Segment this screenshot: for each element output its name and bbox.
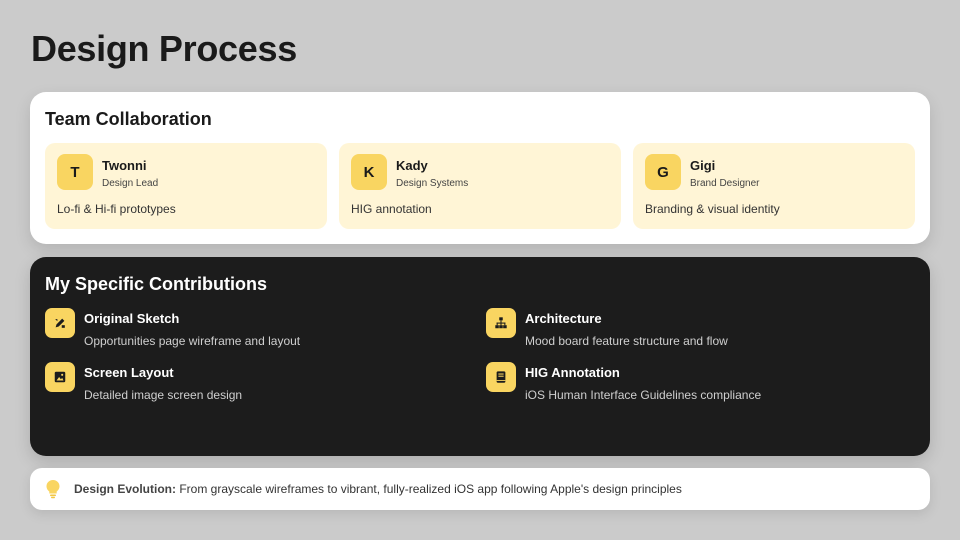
page-title: Design Process (31, 28, 297, 69)
contribution-desc: iOS Human Interface Guidelines complianc… (525, 388, 762, 402)
contribution-desc: Opportunities page wireframe and layout (84, 334, 301, 348)
lightbulb-icon (45, 479, 61, 499)
design-evolution-text: Design Evolution: From grayscale wirefra… (74, 482, 682, 496)
avatar: K (351, 154, 387, 190)
contribution-title: Architecture (525, 311, 602, 326)
avatar: G (645, 154, 681, 190)
pencil-ruler-icon (45, 308, 75, 338)
contribution-title: Screen Layout (84, 365, 174, 380)
contribution-desc: Mood board feature structure and flow (525, 334, 728, 348)
member-task: Branding & visual identity (645, 202, 780, 216)
member-role: Design Lead (102, 178, 159, 189)
design-evolution-description: From grayscale wireframes to vibrant, fu… (176, 482, 682, 496)
contribution-desc: Detailed image screen design (84, 388, 243, 402)
team-section-title: Team Collaboration (45, 109, 212, 129)
member-task: Lo-fi & Hi-fi prototypes (57, 202, 176, 216)
member-role: Brand Designer (690, 178, 760, 189)
member-task: HIG annotation (351, 202, 432, 216)
member-card-gigi: G Gigi Brand Designer Branding & visual … (633, 143, 915, 229)
sitemap-icon (486, 308, 516, 338)
member-role: Design Systems (396, 178, 469, 189)
member-name: Gigi (690, 158, 716, 173)
member-name: Twonni (102, 158, 147, 173)
contribution-title: HIG Annotation (525, 365, 620, 380)
team-members: T Twonni Design Lead Lo-fi & Hi-fi proto… (45, 143, 915, 229)
contribution-title: Original Sketch (84, 311, 180, 326)
team-collaboration-card: Team Collaboration T Twonni Design Lead … (30, 92, 930, 244)
contributions-card: My Specific Contributions Original Sketc… (30, 257, 930, 456)
member-name: Kady (396, 158, 428, 173)
contributions-section-title: My Specific Contributions (45, 274, 268, 294)
avatar: T (57, 154, 93, 190)
member-card-kady: K Kady Design Systems HIG annotation (339, 143, 621, 229)
member-card-twonni: T Twonni Design Lead Lo-fi & Hi-fi proto… (45, 143, 327, 229)
book-icon (486, 362, 516, 392)
design-evolution-label: Design Evolution: (74, 482, 176, 496)
design-evolution-banner: Design Evolution: From grayscale wirefra… (30, 468, 930, 510)
image-icon (45, 362, 75, 392)
